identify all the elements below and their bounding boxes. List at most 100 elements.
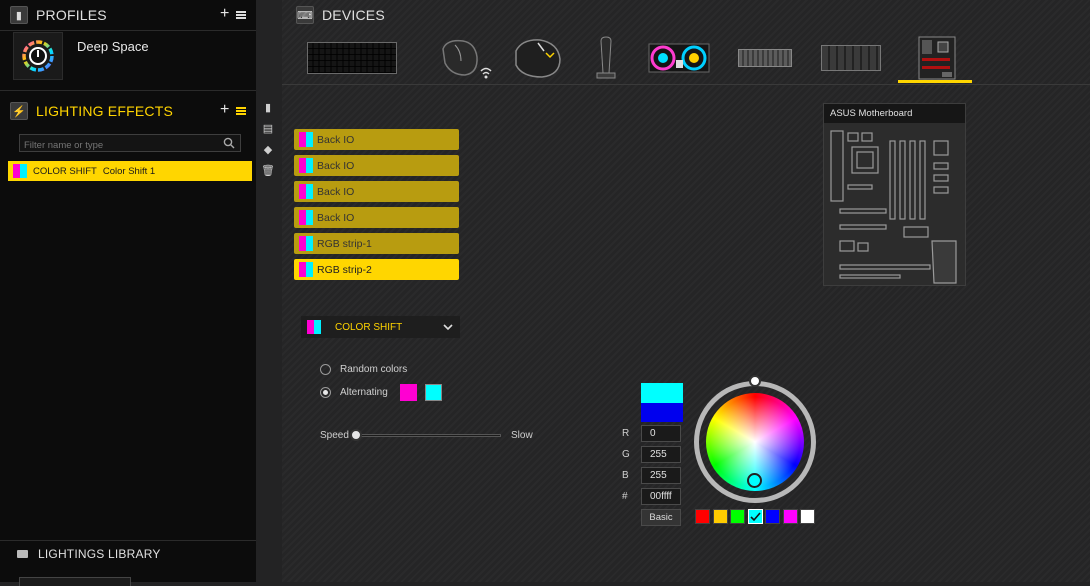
color-palette xyxy=(695,509,815,524)
device-headset-stand[interactable] xyxy=(591,34,621,82)
profiles-title: PROFILES xyxy=(36,7,107,23)
brightness-handle[interactable] xyxy=(749,375,761,387)
dropdown-color-swatch xyxy=(307,320,321,334)
effects-menu-icon[interactable] xyxy=(236,107,246,115)
hex-field[interactable]: 00ffff xyxy=(641,488,681,505)
profiles-menu-icon[interactable] xyxy=(236,11,246,19)
led-channel-swatch xyxy=(299,132,313,147)
palette-swatch[interactable] xyxy=(800,509,815,524)
search-icon[interactable] xyxy=(223,137,235,149)
motherboard-diagram xyxy=(830,130,957,284)
speed-slider-handle[interactable] xyxy=(350,429,362,441)
slow-label: Slow xyxy=(511,430,533,441)
palette-swatch[interactable] xyxy=(782,509,798,524)
led-channel-item[interactable]: RGB strip-2 xyxy=(294,259,459,280)
effects-filter[interactable] xyxy=(19,134,241,155)
speed-row: Speed Slow xyxy=(320,429,540,443)
motherboard-title: ASUS Motherboard xyxy=(824,104,965,123)
device-cooler[interactable] xyxy=(647,34,711,82)
effect-tools: ▮ ▤ ◆ 🗑 xyxy=(259,98,279,179)
lighting-effects-title: LIGHTING EFFECTS xyxy=(36,103,173,119)
palette-swatch[interactable] xyxy=(765,509,780,524)
g-label: G xyxy=(622,449,630,460)
basic-button[interactable]: Basic xyxy=(641,509,681,526)
device-wireless-mouse[interactable] xyxy=(434,34,496,82)
effect-dropdown[interactable]: COLOR SHIFT xyxy=(301,316,460,338)
led-channel-swatch xyxy=(299,184,313,199)
keyboard-icon: ⌨ xyxy=(296,6,314,24)
effect-color-swatch xyxy=(13,164,27,178)
add-profile-button[interactable]: + xyxy=(220,5,230,23)
led-channel-swatch xyxy=(299,262,313,277)
layers-icon[interactable]: ◆ xyxy=(259,140,277,158)
profile-name: Deep Space xyxy=(77,39,149,54)
led-channel-label: RGB strip-2 xyxy=(317,263,372,276)
keyboard-device-icon xyxy=(307,42,397,74)
led-channel-item[interactable]: Back IO xyxy=(294,129,459,150)
r-label: R xyxy=(622,428,630,439)
device-lighting-controller[interactable] xyxy=(820,34,882,82)
b-label: B xyxy=(622,470,629,481)
g-field[interactable]: 255 xyxy=(641,446,681,463)
color-wheel-handle[interactable] xyxy=(747,473,762,488)
color-wheel[interactable] xyxy=(694,375,816,503)
motherboard-preview: ASUS Motherboard xyxy=(823,103,966,286)
library-header[interactable]: LIGHTINGS LIBRARY xyxy=(0,539,256,569)
color-preview xyxy=(641,383,683,422)
lighting-controller-icon xyxy=(821,45,881,71)
color-preview-old xyxy=(641,403,683,422)
left-pane: ▮ PROFILES + Deep Space ⚡ LIGHTING EFFEC… xyxy=(0,0,256,586)
device-memory[interactable] xyxy=(736,34,794,82)
device-keyboard[interactable] xyxy=(305,34,399,82)
alternating-label: Alternating xyxy=(340,387,388,398)
device-motherboard[interactable] xyxy=(914,34,960,82)
profile-item[interactable]: Deep Space xyxy=(13,32,253,82)
speed-label: Speed xyxy=(320,430,349,441)
trash-icon[interactable]: 🗑 xyxy=(259,161,277,179)
led-channel-item[interactable]: Back IO xyxy=(294,207,459,228)
palette-swatch[interactable] xyxy=(695,509,710,524)
led-channel-item[interactable]: Back IO xyxy=(294,155,459,176)
palette-swatch[interactable] xyxy=(730,509,745,524)
b-field[interactable]: 255 xyxy=(641,467,681,484)
palette-swatch[interactable] xyxy=(747,509,763,524)
mouse-icon xyxy=(515,39,561,78)
speed-slider-track[interactable] xyxy=(354,434,501,437)
filter-input[interactable] xyxy=(20,136,216,155)
device-mouse[interactable] xyxy=(509,34,565,82)
lighting-effects-header: ⚡ LIGHTING EFFECTS + xyxy=(0,96,256,126)
effect-dropdown-value: COLOR SHIFT xyxy=(335,321,403,333)
effect-type: COLOR SHIFT xyxy=(33,165,97,177)
devices-header: ⌨ DEVICES xyxy=(296,0,385,30)
palette-swatch[interactable] xyxy=(712,509,728,524)
hex-label: # xyxy=(622,491,628,502)
alternating-color-1[interactable] xyxy=(399,384,417,401)
alternating-radio[interactable] xyxy=(320,387,331,398)
rgb-fields: R 0 G 255 B 255 # 00ffff Basic xyxy=(622,425,681,526)
led-channel-swatch xyxy=(299,158,313,173)
led-channel-label: RGB strip-1 xyxy=(317,237,372,250)
copy-icon[interactable]: ▮ xyxy=(259,98,277,116)
r-field[interactable]: 0 xyxy=(641,425,681,442)
led-channel-item[interactable]: Back IO xyxy=(294,181,459,202)
motherboard-icon xyxy=(918,36,956,80)
add-effect-button[interactable]: + xyxy=(220,101,230,119)
memory-icon xyxy=(738,49,792,67)
random-colors-radio[interactable] xyxy=(320,364,331,375)
library-folder-icon xyxy=(17,550,28,558)
effect-name: Color Shift 1 xyxy=(102,165,156,177)
cooler-icon xyxy=(648,43,710,73)
check-icon xyxy=(749,512,761,522)
random-colors-label: Random colors xyxy=(340,364,408,375)
alternating-option[interactable]: Alternating xyxy=(320,384,442,401)
profiles-icon: ▮ xyxy=(10,6,28,24)
paste-icon[interactable]: ▤ xyxy=(259,119,277,137)
alternating-color-2[interactable] xyxy=(424,384,442,401)
led-channel-label: Back IO xyxy=(317,133,355,146)
random-colors-option[interactable]: Random colors xyxy=(320,364,407,375)
effect-list-item[interactable]: COLOR SHIFT Color Shift 1 xyxy=(8,161,252,181)
wireless-mouse-icon xyxy=(442,39,492,79)
led-channel-item[interactable]: RGB strip-1 xyxy=(294,233,459,254)
devices-title: DEVICES xyxy=(322,7,385,23)
led-channel-label: Back IO xyxy=(317,185,355,198)
